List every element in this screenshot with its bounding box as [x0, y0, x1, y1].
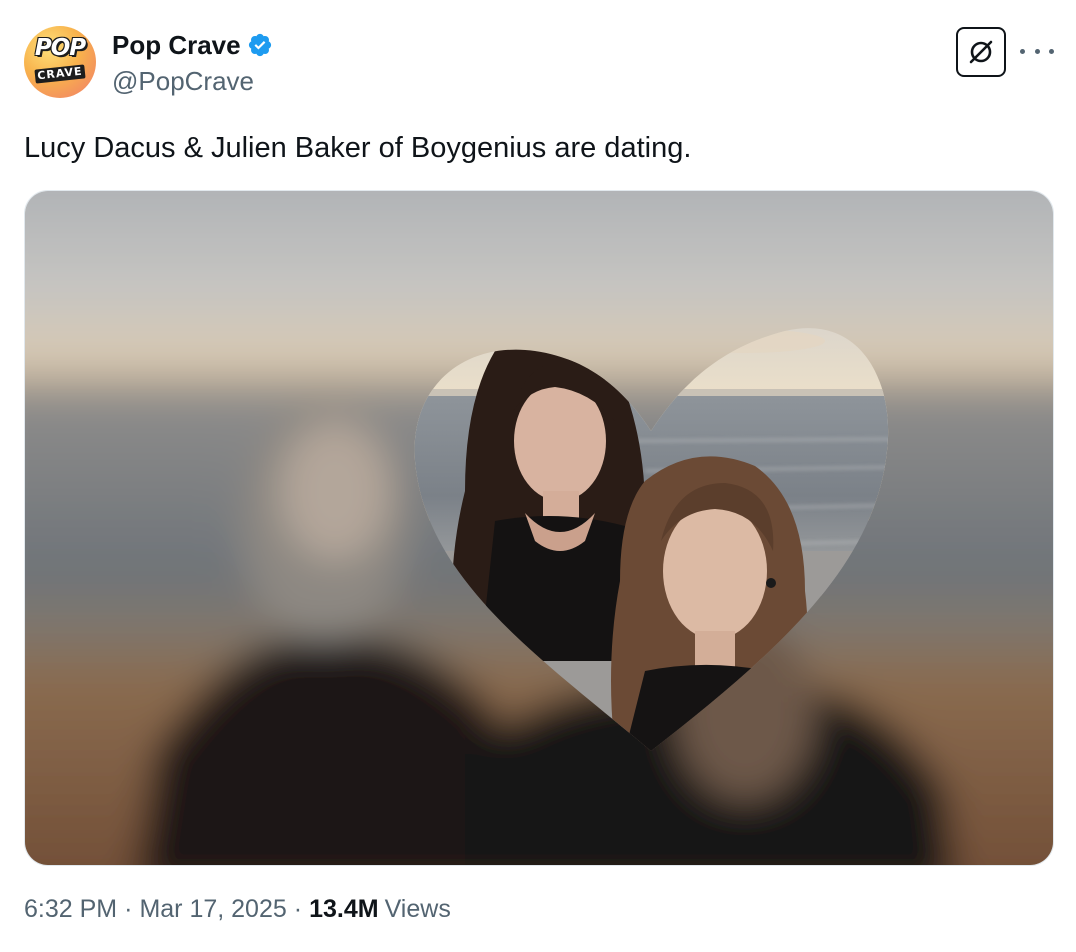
- author-handle[interactable]: @PopCrave: [112, 66, 254, 97]
- avatar-logo-top: POP: [34, 35, 86, 61]
- post-media-image[interactable]: [24, 190, 1054, 866]
- verified-badge-icon: [247, 32, 273, 58]
- author-avatar[interactable]: POP CRAVE: [24, 26, 96, 98]
- post-meta: 6:32 PM · Mar 17, 2025 · 13.4M Views: [24, 895, 451, 924]
- dot: [1020, 48, 1025, 54]
- post-header: POP CRAVE Pop Crave @PopCrave: [24, 24, 1054, 104]
- author-name-row: Pop Crave: [112, 28, 273, 62]
- grok-icon[interactable]: [956, 27, 1006, 77]
- post-time[interactable]: 6:32 PM: [24, 895, 117, 924]
- grok-glyph: [969, 40, 993, 64]
- media-illustration: [25, 191, 1053, 865]
- author-display-name[interactable]: Pop Crave: [112, 30, 241, 61]
- views-count[interactable]: 13.4M: [309, 895, 378, 924]
- avatar-logo-bottom: CRAVE: [34, 64, 86, 84]
- dot: [1049, 48, 1054, 54]
- meta-separator: ·: [124, 895, 133, 923]
- meta-separator: ·: [293, 895, 303, 923]
- dot: [1034, 48, 1040, 54]
- more-dots-icon[interactable]: [1020, 36, 1054, 66]
- post-text: Lucy Dacus & Julien Baker of Boygenius a…: [24, 132, 692, 164]
- views-label: Views: [384, 895, 451, 923]
- post-date[interactable]: Mar 17, 2025: [139, 895, 286, 924]
